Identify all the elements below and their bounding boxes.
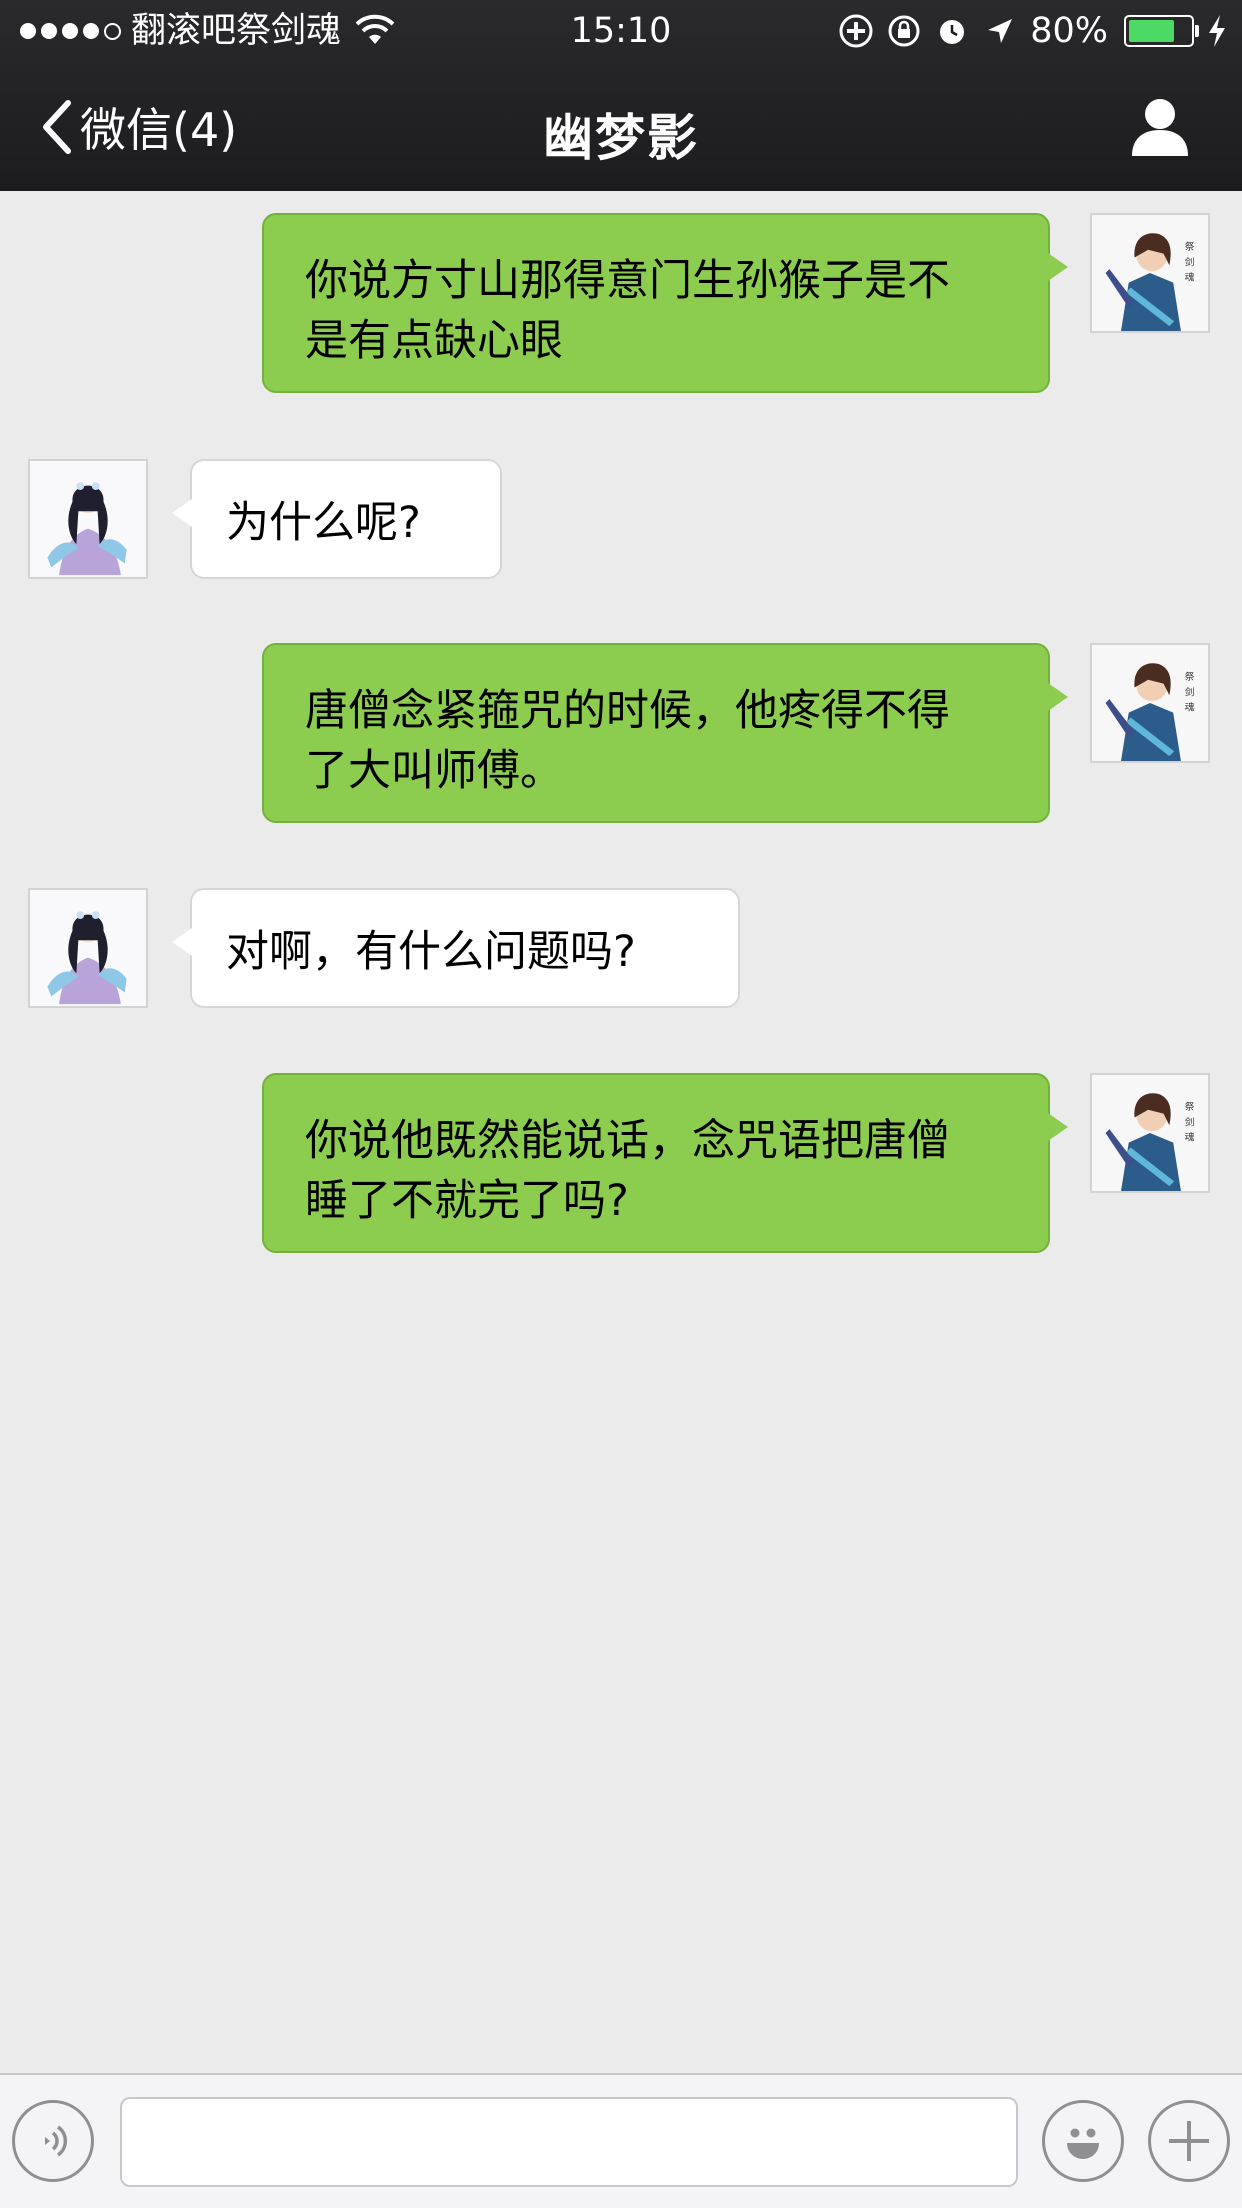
svg-text:祭: 祭 xyxy=(1185,671,1195,683)
emoji-icon xyxy=(1067,2128,1099,2159)
svg-text:剑: 剑 xyxy=(1185,1116,1195,1128)
voice-icon xyxy=(45,2125,68,2157)
svg-text:祭: 祭 xyxy=(1185,1101,1195,1113)
svg-text:魂: 魂 xyxy=(1185,1132,1195,1144)
svg-text:魂: 魂 xyxy=(1185,702,1195,714)
avatar[interactable]: 祭 剑 魂 xyxy=(1090,643,1210,763)
message-bubble[interactable]: 为什么呢? xyxy=(172,459,502,579)
location-icon xyxy=(988,19,1013,43)
nav-bar: 微信(4) 幽梦影 xyxy=(0,62,1242,191)
message-list[interactable]: 你说方寸山那得意门生孙猴子是不 是有点缺心眼 祭 剑 魂 为什么呢? 唐僧念紧箍… xyxy=(0,191,1242,2073)
plus-icon xyxy=(1169,2121,1209,2161)
female-avatar xyxy=(30,461,146,577)
avatar[interactable] xyxy=(28,888,148,1008)
top-bar: 翻滚吧祭剑魂 15:10 80% 微信(4) 幽梦影 xyxy=(0,0,1242,191)
svg-text:剑: 剑 xyxy=(1185,686,1195,698)
avatar[interactable] xyxy=(28,459,148,579)
svg-text:祭: 祭 xyxy=(1185,241,1195,253)
chat-title: 幽梦影 xyxy=(543,109,699,167)
alarm-icon xyxy=(940,20,965,44)
svg-text:魂: 魂 xyxy=(1185,272,1195,284)
message-bubble[interactable]: 对啊，有什么问题吗? xyxy=(172,888,740,1008)
input-bar xyxy=(0,2073,1242,2208)
battery-fill xyxy=(1129,20,1174,42)
orientation-lock-icon xyxy=(888,15,920,47)
svg-text:剑: 剑 xyxy=(1185,256,1195,268)
message-bubble[interactable]: 你说他既然能说话，念咒语把唐僧 睡了不就完了吗? xyxy=(262,1073,1068,1253)
message-bubble[interactable]: 唐僧念紧箍咒的时候，他疼得不得 了大叫师傅。 xyxy=(262,643,1068,823)
avatar[interactable]: 祭 剑 魂 xyxy=(1090,1073,1210,1193)
message-input[interactable] xyxy=(120,2097,1018,2187)
status-bar: 翻滚吧祭剑魂 15:10 80% xyxy=(0,0,1242,62)
more-button[interactable] xyxy=(1148,2100,1230,2182)
message-bubble[interactable]: 你说方寸山那得意门生孙猴子是不 是有点缺心眼 xyxy=(262,213,1068,393)
charging-bolt-icon xyxy=(1209,15,1225,47)
voice-button[interactable] xyxy=(12,2100,94,2182)
male-warrior-avatar: 祭 剑 魂 xyxy=(1092,215,1208,331)
male-warrior-avatar: 祭 剑 魂 xyxy=(1092,1075,1208,1191)
person-icon[interactable] xyxy=(1128,94,1192,158)
male-warrior-avatar: 祭 剑 魂 xyxy=(1092,645,1208,761)
avatar[interactable]: 祭 剑 魂 xyxy=(1090,213,1210,333)
battery-icon xyxy=(1124,15,1199,47)
battery-percent: 80% xyxy=(1030,11,1108,51)
female-avatar xyxy=(30,890,146,1006)
add-circle-icon xyxy=(839,14,873,48)
emoji-button[interactable] xyxy=(1042,2100,1124,2182)
